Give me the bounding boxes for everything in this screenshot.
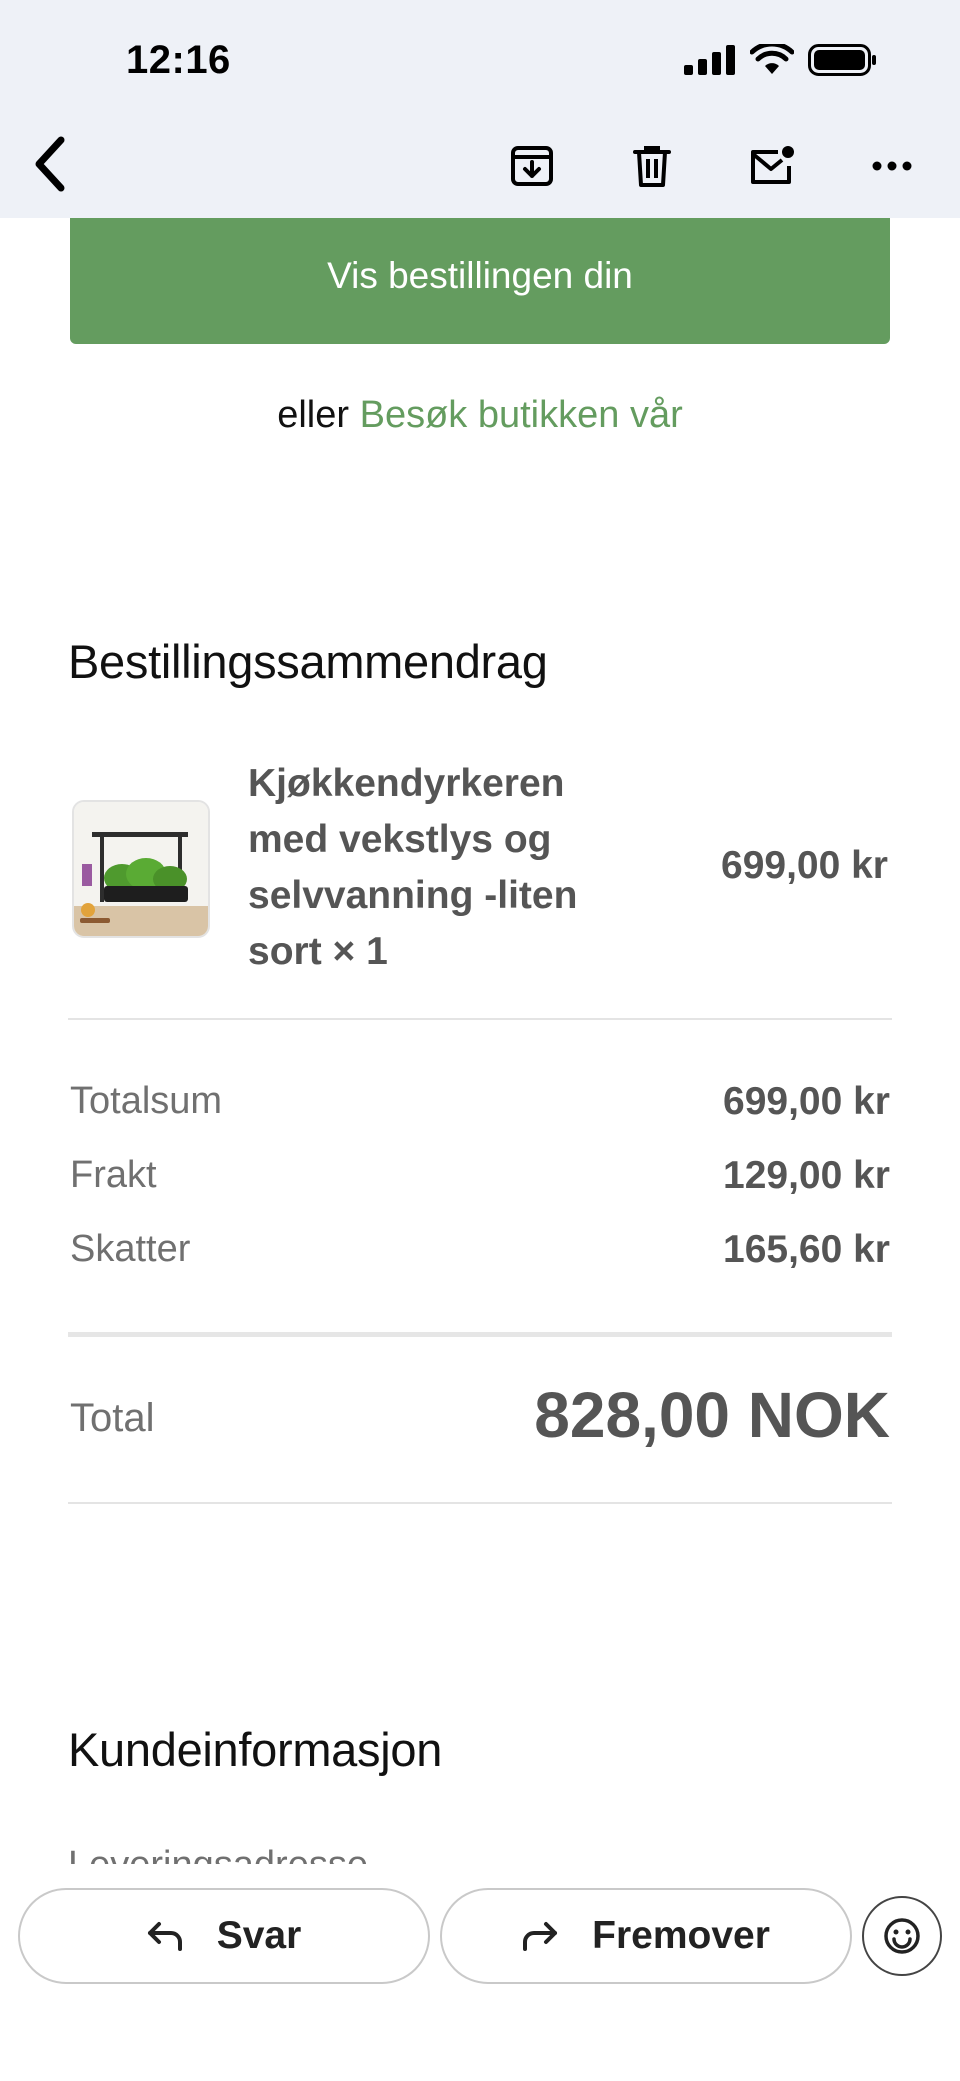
trash-button[interactable] [624,138,680,194]
subtotal-label: Totalsum [70,1080,223,1122]
mail-screen: 12:16 Vis bestillingen din eller Besøk b… [0,0,960,2081]
product-name-line: Kjøkkendyrkeren [248,762,565,805]
battery-icon [808,44,876,76]
status-icons [684,44,878,76]
product-price: 699,00 kr [721,844,888,887]
delivery-address-label: Leveringsadresse [68,1844,368,1864]
reply-icon [147,1922,182,1951]
wifi-icon [750,44,794,74]
emoji-reaction-button[interactable] [862,1896,942,1976]
shipping-value: 129,00 kr [723,1154,890,1197]
product-name-line: sort × 1 [248,930,388,973]
product-name-line: selvvanning -liten [248,874,578,917]
total-label: Total [70,1396,155,1440]
product-thumbnail[interactable] [72,800,210,938]
smiley-icon [884,1918,920,1954]
order-summary-title: Bestillingssammendrag [68,635,548,688]
customer-info-title: Kundeinformasjon [68,1723,443,1776]
bottom-bar: Svar Fremover [0,1864,960,2081]
forward-icon [523,1922,558,1951]
or-text: eller [277,394,350,436]
total-value: 828,00 NOK [534,1379,890,1451]
forward-button[interactable]: Fremover [440,1888,852,1984]
nav-actions [504,138,920,194]
archive-icon [511,146,553,186]
total-divider [68,1502,892,1504]
more-button[interactable] [864,138,920,194]
product-name: Kjøkkendyrkeren med vekstlys og selvvann… [248,756,648,980]
mark-unread-button[interactable] [744,138,800,194]
archive-button[interactable] [504,138,560,194]
taxes-value: 165,60 kr [723,1228,890,1271]
totals-divider [68,1332,892,1337]
mark-unread-icon [751,146,794,184]
store-link-line: eller Besøk butikken vår [0,394,960,437]
forward-label: Fremover [592,1914,770,1957]
cellular-signal-icon [684,45,735,75]
shipping-label: Frakt [70,1154,157,1196]
trash-icon [633,146,671,187]
visit-store-link[interactable]: Besøk butikken vår [360,394,683,436]
item-divider [68,1018,892,1020]
more-icon [872,161,912,171]
back-button[interactable] [24,132,76,196]
product-name-line: med vekstlys og [248,818,552,861]
taxes-label: Skatter [70,1228,191,1270]
view-order-button[interactable]: Vis bestillingen din [70,218,890,344]
status-time: 12:16 [126,38,231,82]
email-body: Vis bestillingen din eller Besøk butikke… [0,218,960,1864]
chevron-left-icon [35,136,65,192]
reply-label: Svar [216,1914,302,1957]
reply-button[interactable]: Svar [18,1888,430,1984]
top-bar: 12:16 [0,0,960,218]
subtotal-value: 699,00 kr [723,1080,890,1123]
product-image [74,802,208,936]
